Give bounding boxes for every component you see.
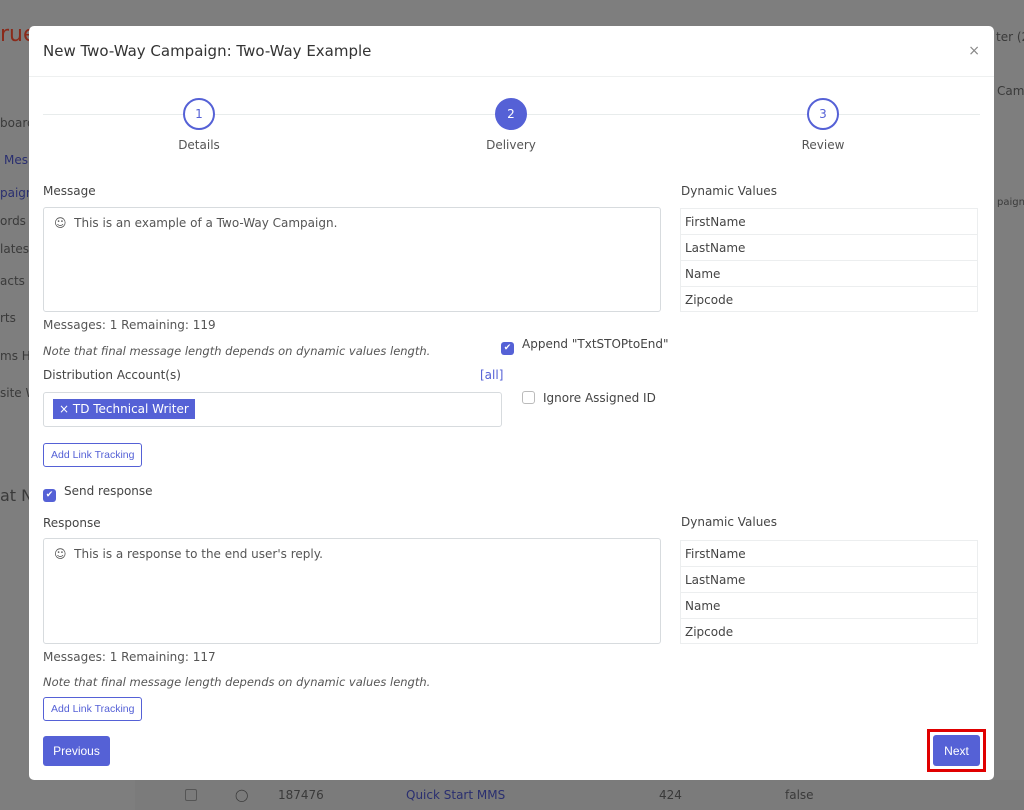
- sidebar-item[interactable]: lates: [0, 242, 29, 256]
- step-details[interactable]: 1 Details: [139, 98, 259, 152]
- step-label: Delivery: [486, 138, 536, 152]
- modal-title: New Two-Way Campaign: Two-Way Example: [43, 42, 372, 60]
- send-response-label: Send response: [64, 484, 153, 498]
- dynamic-values-list[interactable]: FirstName LastName Name Zipcode: [680, 540, 978, 644]
- response-note: Note that final message length depends o…: [43, 675, 431, 689]
- row-flag: false: [785, 788, 814, 802]
- step-number: 2: [495, 98, 527, 130]
- dynamic-value-item[interactable]: FirstName: [681, 209, 977, 235]
- row-id: 187476: [278, 788, 324, 802]
- dynamic-values-label: Dynamic Values: [681, 184, 777, 198]
- table-row: ◯ 187476 Quick Start MMS 424 false: [135, 780, 1024, 810]
- dynamic-value-item[interactable]: LastName: [681, 567, 977, 593]
- close-icon[interactable]: ×: [968, 43, 980, 59]
- select-all-link[interactable]: [all]: [480, 368, 503, 382]
- step-delivery[interactable]: 2 Delivery: [451, 98, 571, 152]
- campaign-modal: New Two-Way Campaign: Two-Way Example × …: [29, 26, 994, 780]
- dynamic-values-list[interactable]: FirstName LastName Name Zipcode: [680, 208, 978, 312]
- account-tag[interactable]: × TD Technical Writer: [53, 399, 195, 419]
- append-stop-checkbox[interactable]: ✔ Append "TxtSTOPtoEnd": [501, 337, 669, 355]
- dynamic-value-item[interactable]: Zipcode: [681, 619, 977, 643]
- step-number: 3: [807, 98, 839, 130]
- ignore-assigned-checkbox[interactable]: Ignore Assigned ID: [522, 391, 656, 405]
- response-text: This is a response to the end user's rep…: [74, 547, 323, 561]
- new-campaign-button[interactable]: paign: [997, 197, 1024, 208]
- row-count: 424: [659, 788, 682, 802]
- check-icon: ✔: [501, 342, 514, 355]
- dynamic-value-item[interactable]: Zipcode: [681, 287, 977, 311]
- sidebar-item[interactable]: ords: [0, 214, 26, 228]
- message-text: This is an example of a Two-Way Campaign…: [74, 216, 338, 230]
- step-label: Details: [178, 138, 220, 152]
- add-link-tracking-button[interactable]: Add Link Tracking: [43, 697, 143, 721]
- checkbox-box: [522, 391, 535, 404]
- chat-icon: ◯: [235, 788, 249, 802]
- row-checkbox[interactable]: [185, 789, 197, 801]
- step-review[interactable]: 3 Review: [763, 98, 883, 152]
- sidebar-item[interactable]: ms H: [0, 349, 31, 363]
- sidebar-item[interactable]: acts: [0, 274, 25, 288]
- dynamic-value-item[interactable]: FirstName: [681, 541, 977, 567]
- previous-button[interactable]: Previous: [43, 736, 110, 766]
- append-label: Append "TxtSTOPtoEnd": [522, 337, 669, 351]
- stepper: 1 Details 2 Delivery 3 Review: [29, 77, 994, 177]
- dynamic-values-label: Dynamic Values: [681, 515, 777, 529]
- response-label: Response: [43, 516, 101, 530]
- sidebar-item[interactable]: rts: [0, 311, 16, 325]
- message-note: Note that final message length depends o…: [43, 344, 431, 358]
- dynamic-value-item[interactable]: Name: [681, 593, 977, 619]
- distribution-label: Distribution Account(s): [43, 368, 181, 382]
- emoji-icon[interactable]: ☺: [54, 547, 67, 561]
- message-label: Message: [43, 184, 96, 198]
- step-label: Review: [801, 138, 845, 152]
- distribution-select[interactable]: × TD Technical Writer: [43, 392, 502, 427]
- emoji-icon[interactable]: ☺: [54, 216, 67, 230]
- sidebar-item[interactable]: Mes: [4, 153, 28, 167]
- user-name[interactable]: ter (2: [996, 30, 1024, 44]
- response-textarea[interactable]: ☺ This is a response to the end user's r…: [43, 538, 661, 644]
- dynamic-value-item[interactable]: Name: [681, 261, 977, 287]
- step-number: 1: [183, 98, 215, 130]
- page-tab[interactable]: Camp: [997, 84, 1024, 98]
- next-button[interactable]: Next: [933, 735, 980, 766]
- message-counter: Messages: 1 Remaining: 119: [43, 318, 216, 332]
- ignore-label: Ignore Assigned ID: [543, 391, 656, 405]
- dynamic-value-item[interactable]: LastName: [681, 235, 977, 261]
- check-icon: ✔: [43, 489, 56, 502]
- message-textarea[interactable]: ☺ This is an example of a Two-Way Campai…: [43, 207, 661, 312]
- add-link-tracking-button[interactable]: Add Link Tracking: [43, 443, 143, 467]
- response-counter: Messages: 1 Remaining: 117: [43, 650, 216, 664]
- row-name-link[interactable]: Quick Start MMS: [406, 788, 505, 802]
- send-response-checkbox[interactable]: ✔ Send response: [43, 484, 153, 502]
